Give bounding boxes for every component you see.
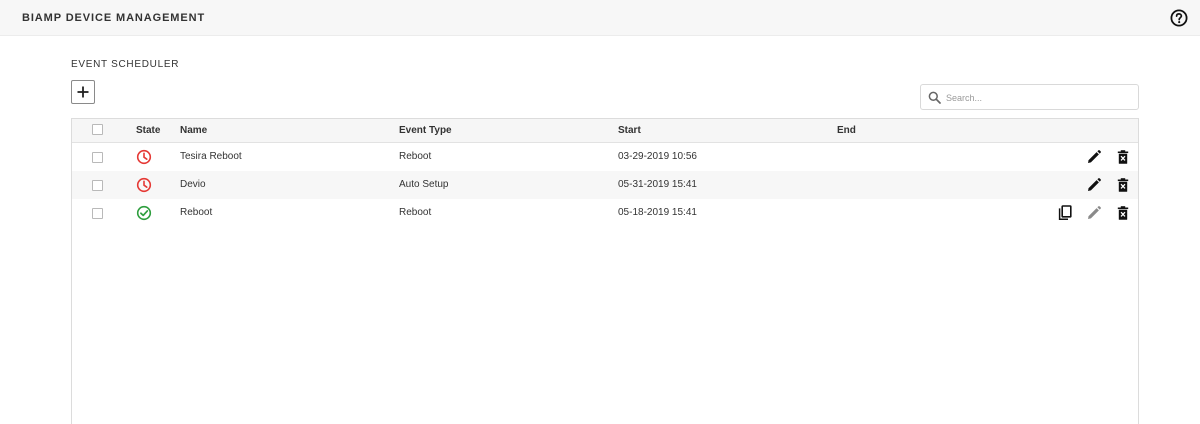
table-row[interactable]: Reboot Reboot 05-18-2019 15:41: [72, 199, 1138, 227]
row-event-type: Reboot: [399, 207, 432, 218]
row-start: 05-31-2019 15:41: [618, 179, 697, 190]
row-name: Reboot: [180, 207, 213, 218]
edit-icon[interactable]: [1086, 149, 1102, 165]
row-checkbox[interactable]: [92, 208, 103, 219]
column-header-start[interactable]: Start: [618, 125, 641, 136]
column-header-name[interactable]: Name: [180, 125, 207, 136]
search-box[interactable]: [920, 84, 1139, 110]
select-all-checkbox[interactable]: [92, 124, 103, 135]
event-grid: State Name Event Type Start End Tesira R…: [71, 118, 1139, 424]
grid-header: State Name Event Type Start End: [72, 119, 1138, 143]
clock-icon: [136, 149, 152, 165]
plus-icon: [77, 86, 89, 98]
delete-icon[interactable]: [1115, 205, 1131, 221]
column-header-event-type[interactable]: Event Type: [399, 125, 452, 136]
row-event-type: Auto Setup: [399, 179, 449, 190]
row-event-type: Reboot: [399, 151, 432, 162]
delete-icon[interactable]: [1115, 149, 1131, 165]
page-title: EVENT SCHEDULER: [71, 59, 180, 70]
top-bar: BIAMP DEVICE MANAGEMENT: [0, 0, 1200, 36]
clock-icon: [136, 177, 152, 193]
help-circle-icon[interactable]: [1170, 9, 1188, 27]
search-input[interactable]: [946, 89, 1131, 106]
check-circle-icon: [136, 205, 152, 221]
table-row[interactable]: Tesira Reboot Reboot 03-29-2019 10:56: [72, 143, 1138, 171]
row-name: Devio: [180, 179, 206, 190]
row-checkbox[interactable]: [92, 152, 103, 163]
row-start: 05-18-2019 15:41: [618, 207, 697, 218]
edit-icon[interactable]: [1086, 205, 1102, 221]
app-title: BIAMP DEVICE MANAGEMENT: [22, 12, 206, 24]
delete-icon[interactable]: [1115, 177, 1131, 193]
row-name: Tesira Reboot: [180, 151, 242, 162]
add-event-button[interactable]: [71, 80, 95, 104]
column-header-end[interactable]: End: [837, 125, 856, 136]
row-start: 03-29-2019 10:56: [618, 151, 697, 162]
copy-icon[interactable]: [1057, 205, 1073, 221]
row-checkbox[interactable]: [92, 180, 103, 191]
edit-icon[interactable]: [1086, 177, 1102, 193]
search-icon: [928, 91, 941, 104]
column-header-state[interactable]: State: [136, 125, 160, 136]
table-row[interactable]: Devio Auto Setup 05-31-2019 15:41: [72, 171, 1138, 199]
